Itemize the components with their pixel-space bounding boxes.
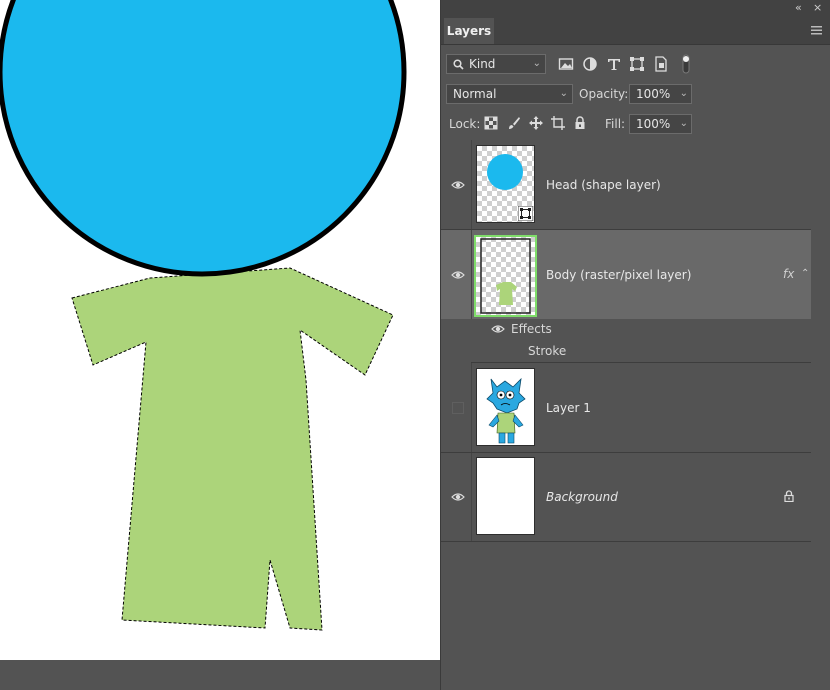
eye-icon[interactable] [491,324,505,334]
layers-panel: « × Layers Kind ⌄ Normal ⌄ Opacity: 100%… [440,0,830,690]
chevron-down-icon: ⌄ [532,58,541,69]
lock-image-pixels-icon[interactable] [507,116,523,132]
lock-transparent-pixels-icon[interactable] [484,116,500,132]
kind-filter-select[interactable]: Kind ⌄ [446,54,546,74]
tab-layers[interactable]: Layers [444,18,494,44]
blend-mode-select[interactable]: Normal ⌄ [446,84,573,104]
eye-icon[interactable] [451,270,465,280]
layer-row-body[interactable]: Body (raster/pixel layer) fx ⌃ [441,230,811,319]
layer-name[interactable]: Background [546,490,618,504]
visibility-toggle-off[interactable] [452,402,464,414]
type-filter-icon[interactable] [606,56,622,72]
layer-name[interactable]: Layer 1 [546,401,591,415]
layer-thumbnail[interactable] [476,368,535,446]
document-canvas[interactable] [0,0,440,660]
layer-thumbnail[interactable] [476,145,535,223]
fill-label: Fill: [605,117,626,131]
layer-row-head[interactable]: Head (shape layer) [441,140,811,230]
layers-scrollbar[interactable] [811,140,830,690]
body-shape [71,267,394,631]
eye-icon[interactable] [451,180,465,190]
lock-all-icon[interactable] [573,116,589,132]
lock-position-icon[interactable] [529,116,545,132]
opacity-input[interactable]: 100% ⌄ [629,84,692,104]
hamburger-menu-icon[interactable] [811,23,823,37]
lock-artboard-icon[interactable] [551,116,567,132]
chevron-up-icon[interactable]: ⌃ [801,268,809,279]
panel-title-bar: « × [441,0,830,18]
layer-row-background[interactable]: Background [441,453,811,542]
chevron-down-icon[interactable]: ⌄ [680,115,688,133]
chevron-down-icon[interactable]: ⌄ [680,85,688,103]
effects-row[interactable]: Effects [471,320,811,342]
opacity-value: 100% [636,87,671,101]
lock-icon[interactable] [783,490,795,502]
search-icon [453,59,464,70]
image-filter-icon[interactable] [558,56,574,72]
chevron-down-icon: ⌄ [559,88,568,99]
layer-row-layer1[interactable]: Layer 1 [441,363,811,453]
vector-shape-badge-icon [518,206,533,221]
shape-filter-icon[interactable] [629,56,645,72]
opacity-label: Opacity: [579,87,629,101]
lock-label: Lock: [449,117,481,131]
filter-toggle-icon[interactable] [681,54,691,74]
blend-mode-value: Normal [453,87,497,101]
adjustment-filter-icon[interactable] [582,56,598,72]
layer-thumbnail-selected[interactable] [474,235,537,317]
layer-name[interactable]: Head (shape layer) [546,178,661,192]
layer-name[interactable]: Body (raster/pixel layer) [546,268,691,282]
kind-filter-value: Kind [469,57,496,71]
fill-input[interactable]: 100% ⌄ [629,114,692,134]
collapse-panel-icon[interactable]: « [795,2,802,14]
eye-icon[interactable] [451,492,465,502]
fx-icon[interactable]: fx [783,267,794,281]
panel-tab-bar: Layers [441,18,830,45]
effect-stroke-label: Stroke [528,344,567,358]
effect-stroke-row[interactable]: Stroke [471,342,811,363]
document-canvas-area[interactable] [0,0,440,690]
fill-value: 100% [636,117,671,131]
effects-label: Effects [511,322,552,336]
layer-thumbnail[interactable] [476,457,535,535]
head-shape [0,0,407,277]
artwork [0,0,407,631]
smart-object-filter-icon[interactable] [653,56,669,72]
close-panel-icon[interactable]: × [813,2,822,14]
